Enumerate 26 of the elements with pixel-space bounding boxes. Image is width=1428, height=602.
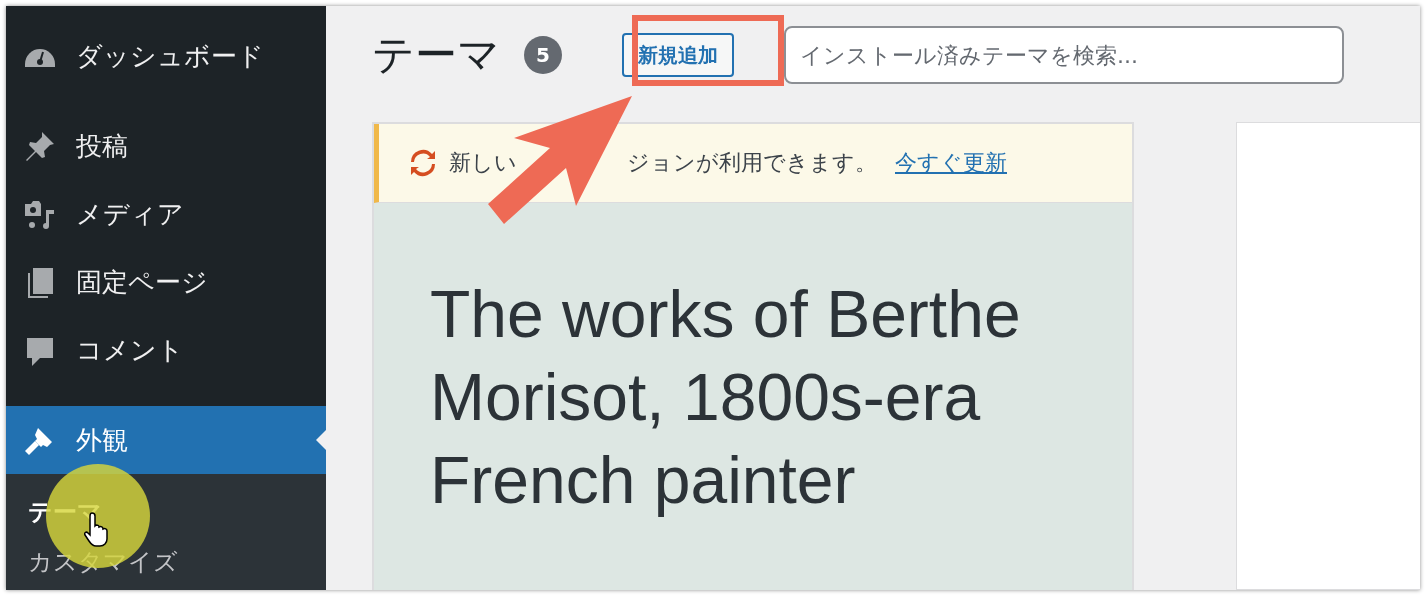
update-icon [409, 149, 437, 177]
update-now-link[interactable]: 今すぐ更新 [895, 148, 1007, 178]
sidebar-item[interactable]: 外観 [6, 406, 326, 474]
preview-heading-line: French painter [430, 442, 857, 519]
search-field[interactable]: インストール済みテーマを検索... [784, 26, 1344, 84]
sidebar-item[interactable]: メディア [6, 180, 326, 248]
sidebar-item-label: メディア [76, 197, 184, 231]
notice-text: 新しい [449, 149, 517, 177]
notice-text: ジョンが利用できます。 [627, 149, 877, 177]
sidebar-item-label: ダッシュボード [76, 39, 264, 73]
page-title: テーマ [372, 29, 500, 81]
sidebar-item-label: コメント [76, 333, 184, 367]
sidebar-item[interactable]: 固定ページ [6, 248, 326, 316]
sidebar-item-label: 外観 [76, 423, 128, 457]
sidebar-item[interactable]: 投稿 [6, 112, 326, 180]
theme-card[interactable] [1236, 122, 1420, 590]
current-pointer [316, 430, 326, 450]
sidebar-item-label: 固定ページ [76, 265, 208, 299]
count-badge: 5 [524, 36, 562, 74]
preview-heading-line: The works of Berthe [430, 276, 1022, 353]
add-new-button[interactable]: 新規追加 [622, 33, 734, 77]
sidebar-item[interactable]: コメント [6, 316, 326, 384]
sidebar-item[interactable]: ダッシュボード [6, 22, 326, 90]
preview-heading-line: Morisot, 1800s-era [430, 359, 982, 436]
sidebar-item-label: 投稿 [76, 129, 128, 163]
theme-card[interactable]: 新しい ジョンが利用できます。 今すぐ更新 The works of Berthe Morisot, 1800s-era French painter [372, 122, 1134, 590]
